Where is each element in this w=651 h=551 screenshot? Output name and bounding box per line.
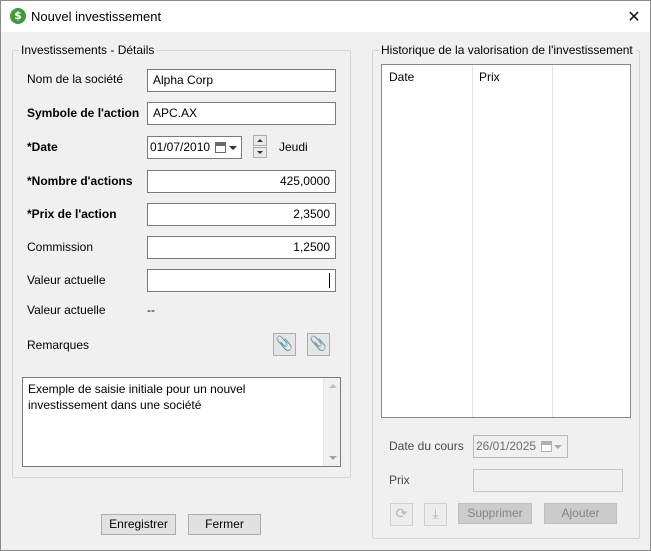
column-header-date[interactable]: Date [382, 65, 472, 90]
symbol-input[interactable]: APC.AX [147, 102, 336, 125]
current-value-display: -- [147, 303, 155, 317]
commission-label: Commission [27, 240, 94, 254]
scroll-up-icon[interactable] [329, 384, 337, 388]
quote-date-value: 26/01/2025 [476, 439, 537, 453]
shares-input[interactable]: 425,0000 [147, 170, 336, 193]
date-value: 01/07/2010 [150, 140, 211, 154]
remarks-textarea[interactable]: Exemple de saisie initiale pour un nouve… [22, 377, 341, 467]
column-header-price[interactable]: Prix [472, 65, 552, 90]
chevron-down-icon [554, 445, 562, 449]
quote-price-label: Prix [389, 473, 410, 487]
attach-button[interactable]: 📎 [273, 333, 296, 356]
weekday-label: Jeudi [279, 140, 308, 154]
history-list[interactable]: Date Prix [381, 64, 631, 418]
current-value-input[interactable] [147, 269, 336, 292]
chevron-down-icon[interactable] [229, 146, 237, 150]
title-bar: $ Nouvel investissement ✕ [1, 1, 650, 32]
arrow-down-icon [257, 151, 263, 154]
calendar-icon [541, 441, 552, 452]
quote-date-picker: 26/01/2025 [473, 435, 568, 458]
price-input[interactable]: 2,3500 [147, 203, 336, 226]
quote-price-input [473, 469, 623, 492]
save-button[interactable]: Enregistrer [101, 514, 176, 535]
close-button[interactable]: Fermer [188, 514, 261, 535]
commission-input[interactable]: 1,2500 [147, 236, 336, 259]
symbol-label: Symbole de l'action [27, 106, 140, 120]
refresh-icon: ⟳ [395, 506, 408, 522]
details-legend: Investissements - Détails [21, 43, 155, 57]
remarks-text: Exemple de saisie initiale pour un nouve… [28, 382, 246, 412]
download-button: ⤓ [424, 503, 447, 526]
close-icon[interactable]: ✕ [618, 1, 650, 32]
company-label: Nom de la société [27, 72, 124, 86]
date-spin-up[interactable] [253, 135, 267, 146]
column-separator [472, 65, 473, 417]
arrow-up-icon [257, 139, 263, 142]
current-value-label: Valeur actuelle [27, 273, 106, 287]
shares-label: *Nombre d'actions [27, 174, 133, 188]
price-label: *Prix de l'action [27, 207, 117, 221]
dollar-coin-icon: $ [10, 8, 26, 24]
add-button: Ajouter [544, 503, 617, 524]
refresh-button: ⟳ [390, 503, 413, 526]
date-picker[interactable]: 01/07/2010 [147, 136, 242, 159]
history-legend: Historique de la valorisation de l'inves… [381, 43, 633, 57]
attach-edit-button[interactable]: 📎 [307, 333, 330, 356]
company-input[interactable]: Alpha Corp [147, 69, 336, 92]
download-icon: ⤓ [432, 506, 439, 522]
delete-button: Supprimer [458, 503, 532, 524]
date-spin-down[interactable] [253, 147, 267, 158]
paperclip-icon: 📎 [309, 336, 328, 352]
current-value-label-2: Valeur actuelle [27, 303, 106, 317]
remarks-scrollbar[interactable] [323, 378, 340, 466]
paperclip-icon: 📎 [275, 336, 294, 352]
text-caret [329, 273, 330, 288]
date-label: *Date [27, 140, 58, 154]
calendar-icon[interactable] [215, 142, 226, 153]
remarks-label: Remarques [27, 338, 90, 352]
column-separator [552, 65, 553, 417]
scroll-down-icon[interactable] [329, 456, 337, 460]
quote-date-label: Date du cours [389, 439, 464, 453]
window-title: Nouvel investissement [31, 9, 162, 24]
dialog-window: $ Nouvel investissement ✕ Investissement… [0, 0, 651, 551]
